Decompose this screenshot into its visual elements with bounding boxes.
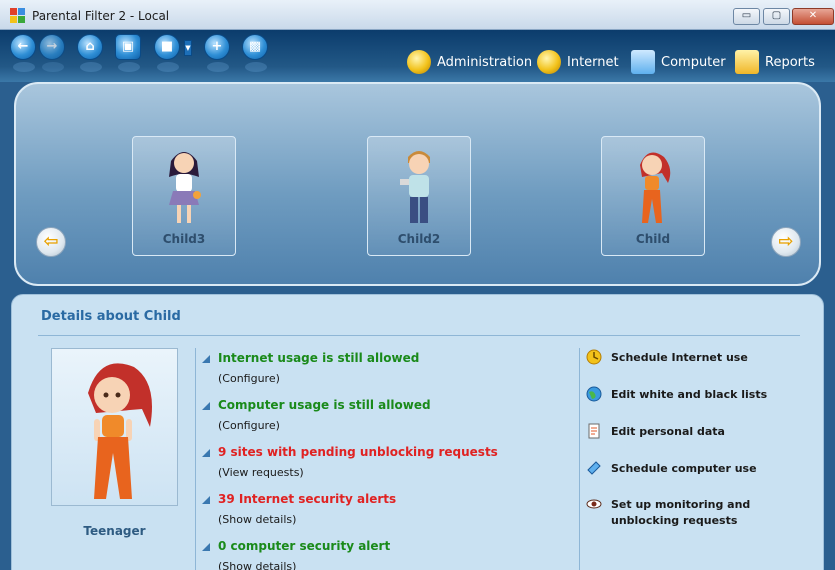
nav-label: Reports <box>765 55 815 70</box>
maximize-button[interactable]: ▢ <box>763 8 790 25</box>
details-panel: Details about Child Teenager Internet us… <box>11 294 824 570</box>
child-portrait <box>51 348 178 506</box>
disk-icon[interactable]: ▩ <box>242 34 268 72</box>
previous-arrow-button[interactable]: ⇦ <box>36 227 66 257</box>
back-icon[interactable]: ← <box>10 34 36 72</box>
chevron-down-icon[interactable]: ▼ <box>184 40 192 56</box>
status-message: 9 sites with pending unblocking requests <box>218 445 498 459</box>
app-icon <box>10 8 26 24</box>
schedule-internet-icon <box>586 349 602 365</box>
divider <box>38 335 800 336</box>
children-panel: ⇦ Child3 Child2 Child ⇨ <box>14 82 821 286</box>
schedule-computer-icon <box>587 461 601 475</box>
teen-girl-portrait-icon <box>88 363 152 499</box>
status-message: 39 Internet security alerts <box>218 492 397 506</box>
forward-icon[interactable]: → <box>39 34 65 72</box>
child-name: Child <box>635 232 671 246</box>
home-icon[interactable]: ⌂ <box>77 34 103 72</box>
view-requests-link[interactable]: (View requests) <box>218 466 304 479</box>
show-computer-alerts-link[interactable]: (Show details) <box>218 560 296 570</box>
action-label: Set up monitoring and unblocking request… <box>611 498 751 527</box>
child-name: Child3 <box>162 232 206 246</box>
details-title: Details about Child <box>41 309 181 324</box>
nav-label: Administration <box>437 55 533 70</box>
title-bar: Parental Filter 2 - Local ▭ ▢ ✕ <box>0 0 835 30</box>
divider <box>195 348 196 570</box>
close-button[interactable]: ✕ <box>792 8 834 25</box>
status-message: 0 computer security alert <box>218 539 391 553</box>
show-internet-alerts-link[interactable]: (Show details) <box>218 513 296 526</box>
status-message: Internet usage is still allowed <box>218 351 420 365</box>
age-group-label: Teenager <box>83 524 146 538</box>
triangle-bullet-icon <box>202 496 210 504</box>
divider <box>579 348 580 570</box>
next-arrow-button[interactable]: ⇨ <box>771 227 801 257</box>
triangle-bullet-icon <box>202 355 210 363</box>
eye-icon <box>586 499 602 509</box>
image-icon[interactable]: ▣ <box>115 34 141 72</box>
reports-icon <box>735 50 759 74</box>
child-card-child[interactable]: Child <box>601 136 705 256</box>
child-card-child2[interactable]: Child2 <box>367 136 471 256</box>
save-dropdown-icon[interactable]: ■ <box>154 34 180 72</box>
minimize-button[interactable]: ▭ <box>733 8 760 25</box>
window-title: Parental Filter 2 - Local <box>32 9 170 23</box>
child-card-child3[interactable]: Child3 <box>132 136 236 256</box>
configure-internet-link[interactable]: (Configure) <box>218 372 280 385</box>
boy-avatar-icon <box>400 151 430 223</box>
triangle-bullet-icon <box>202 543 210 551</box>
action-label: Schedule computer use <box>611 462 757 475</box>
globe-icon <box>586 386 602 402</box>
status-message: Computer usage is still allowed <box>218 398 431 412</box>
teen-girl-avatar-icon <box>640 152 671 223</box>
internet-icon <box>537 50 561 74</box>
action-label: Schedule Internet use <box>611 351 748 364</box>
computer-icon <box>631 50 655 74</box>
girl-avatar-icon <box>169 152 201 223</box>
child-name: Child2 <box>397 232 441 246</box>
toolbar: ← → ⌂ ▣ ■ ▼ + ▩ Administration Internet … <box>0 30 835 82</box>
nav-label: Internet <box>567 55 619 70</box>
triangle-bullet-icon <box>202 402 210 410</box>
action-label: Edit white and black lists <box>611 388 768 401</box>
document-icon <box>588 423 600 439</box>
configure-computer-link[interactable]: (Configure) <box>218 419 280 432</box>
nav-label: Computer <box>661 55 726 70</box>
user-add-icon[interactable]: + <box>204 34 230 72</box>
action-label: Edit personal data <box>611 425 725 438</box>
triangle-bullet-icon <box>202 449 210 457</box>
administration-icon <box>407 50 431 74</box>
